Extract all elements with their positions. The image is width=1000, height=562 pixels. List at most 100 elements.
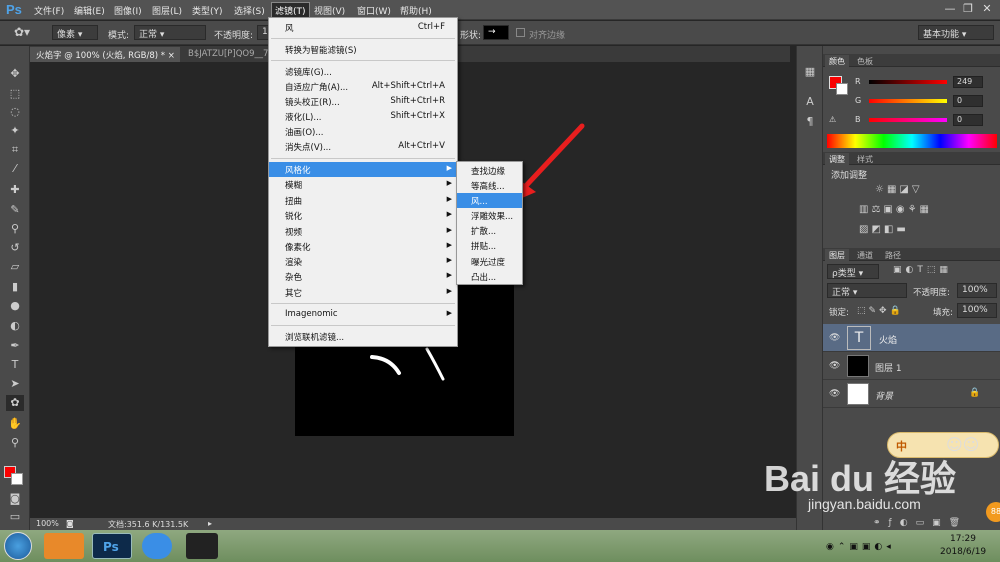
healing-brush-icon[interactable]: ✚ xyxy=(6,182,24,198)
ie-browser-icon[interactable] xyxy=(142,533,172,559)
menu-stylize[interactable]: 风格化 ▶ xyxy=(269,162,457,177)
menu-video[interactable]: 视频 ▶ xyxy=(269,224,457,239)
layer-row-layer1[interactable]: 👁 图层 1 xyxy=(823,352,1000,380)
bg-color-chip[interactable] xyxy=(836,83,848,95)
menu-file[interactable]: 文件(F) xyxy=(34,4,64,17)
b-value[interactable]: 0 xyxy=(953,114,983,126)
zoom-level[interactable]: 100% xyxy=(36,519,59,528)
submenu-extrude[interactable]: 凸出... xyxy=(457,269,522,284)
zoom-tool-icon[interactable]: ⚲ xyxy=(6,435,24,451)
adjustment-icons-row1[interactable]: ☼▦◪▽ xyxy=(875,184,923,195)
crop-tool-icon[interactable]: ⌗ xyxy=(6,142,24,158)
submenu-find-edges[interactable]: 查找边缘 xyxy=(457,163,522,178)
workspace-select[interactable]: 基本功能 ▾ xyxy=(918,25,994,40)
history-panel-icon[interactable]: ▦ xyxy=(801,64,819,80)
menu-imagenomic[interactable]: Imagenomic ▶ xyxy=(269,307,457,322)
menu-last-filter[interactable]: 风 Ctrl+F xyxy=(269,20,457,35)
menu-filter-gallery[interactable]: 滤镜库(G)... xyxy=(269,64,457,79)
menu-render[interactable]: 渲染 ▶ xyxy=(269,254,457,269)
history-brush-icon[interactable]: ↺ xyxy=(6,240,24,256)
layer-filter-icons[interactable]: ▣◐T⬚▦ xyxy=(893,265,952,275)
qq-icon[interactable] xyxy=(186,533,218,559)
layer-name[interactable]: 火焰 xyxy=(879,333,897,346)
tab-close-icon[interactable]: × xyxy=(168,51,175,61)
photoshop-taskbar-icon[interactable]: Ps xyxy=(92,533,132,559)
close-icon[interactable]: ✕ xyxy=(979,2,995,16)
submenu-wind[interactable]: 风... xyxy=(457,193,522,208)
background-color-swatch[interactable] xyxy=(11,473,23,485)
submenu-emboss[interactable]: 浮雕效果... xyxy=(457,208,522,223)
lasso-tool-icon[interactable]: ◌ xyxy=(6,104,24,120)
eye-icon[interactable]: 👁 xyxy=(829,333,840,343)
start-button-icon[interactable] xyxy=(4,532,32,560)
align-edges-checkbox[interactable] xyxy=(516,28,525,37)
menu-select[interactable]: 选择(S) xyxy=(234,4,265,17)
tab-swatches[interactable]: 色板 xyxy=(853,55,877,68)
menu-noise[interactable]: 杂色 ▶ xyxy=(269,269,457,284)
submenu-diffuse[interactable]: 扩散... xyxy=(457,223,522,238)
layer-row-background[interactable]: 👁 背景 🔒 xyxy=(823,380,1000,408)
hand-tool-icon[interactable]: ✋ xyxy=(6,416,24,432)
adjustment-icons-row2[interactable]: ▥⚖▣◉⚘▦ xyxy=(859,204,932,215)
uc-browser-icon[interactable] xyxy=(44,533,84,559)
tab-layers[interactable]: 图层 xyxy=(825,249,849,262)
tab-color[interactable]: 颜色 xyxy=(825,55,849,68)
submenu-tiles[interactable]: 拼贴... xyxy=(457,238,522,253)
menu-adaptive-wide-angle[interactable]: 自适应广角(A)... Alt+Shift+Ctrl+A xyxy=(269,79,457,94)
menu-oil-paint[interactable]: 油画(O)... xyxy=(269,124,457,139)
blend-mode-select[interactable]: 正常 ▾ xyxy=(827,283,907,298)
clock-time[interactable]: 17:29 xyxy=(950,534,976,544)
mode-select[interactable]: 正常 ▾ xyxy=(134,25,206,40)
eye-icon[interactable]: 👁 xyxy=(829,361,840,371)
shape-picker[interactable]: → xyxy=(483,25,509,40)
submenu-solarize[interactable]: 曝光过度 xyxy=(457,254,522,269)
eraser-icon[interactable]: ▱ xyxy=(6,259,24,275)
b-slider[interactable] xyxy=(869,118,947,122)
brush-tool-icon[interactable]: ✎ xyxy=(6,202,24,218)
fill-input[interactable]: 100% xyxy=(957,303,997,318)
tab-styles[interactable]: 样式 xyxy=(853,153,877,166)
move-tool-icon[interactable]: ✥ xyxy=(6,66,24,82)
g-value[interactable]: 0 xyxy=(953,95,983,107)
menu-sharpen[interactable]: 锐化 ▶ xyxy=(269,208,457,223)
r-value[interactable]: 249 xyxy=(953,76,983,88)
custom-shape-icon[interactable]: ✿ xyxy=(6,395,24,411)
tab-adjustments[interactable]: 调整 xyxy=(825,153,849,166)
menu-lens-correction[interactable]: 镜头校正(R)... Shift+Ctrl+R xyxy=(269,94,457,109)
marquee-tool-icon[interactable]: ⬚ xyxy=(6,86,24,102)
tab-active-document[interactable]: 火焰字 @ 100% (火焰, RGB/8) * × xyxy=(30,47,180,62)
layer-opacity-input[interactable]: 100% xyxy=(957,283,997,298)
menu-help[interactable]: 帮助(H) xyxy=(400,4,432,17)
clock-date[interactable]: 2018/6/19 xyxy=(940,547,986,557)
clone-stamp-icon[interactable]: ⚲ xyxy=(6,221,24,237)
menu-browse-online[interactable]: 浏览联机滤镜... xyxy=(269,329,457,344)
screen-mode-icon[interactable]: ▭ xyxy=(6,509,24,525)
pen-tool-icon[interactable]: ✒ xyxy=(6,338,24,354)
menu-other[interactable]: 其它 ▶ xyxy=(269,285,457,300)
lock-icons[interactable]: ⬚✎✥🔒 xyxy=(857,306,904,316)
blur-tool-icon[interactable]: ● xyxy=(6,298,24,314)
magic-wand-icon[interactable]: ✦ xyxy=(6,123,24,139)
path-select-icon[interactable]: ➤ xyxy=(6,376,24,392)
status-arrow-icon[interactable]: ▸ xyxy=(208,519,212,528)
menu-image[interactable]: 图像(I) xyxy=(114,4,142,17)
adjustment-icons-row3[interactable]: ▨◩◧▬ xyxy=(859,224,909,235)
menu-window[interactable]: 窗口(W) xyxy=(357,4,391,17)
menu-type[interactable]: 类型(Y) xyxy=(192,4,223,17)
menu-blur[interactable]: 模糊 ▶ xyxy=(269,177,457,192)
tab-channels[interactable]: 通道 xyxy=(853,249,877,262)
color-spectrum[interactable] xyxy=(827,134,997,148)
type-tool-icon[interactable]: T xyxy=(6,357,24,373)
restore-icon[interactable]: ❐ xyxy=(960,2,976,16)
g-slider[interactable] xyxy=(869,99,947,103)
notification-badge[interactable]: 88 xyxy=(986,502,1000,522)
menu-vanishing-point[interactable]: 消失点(V)... Alt+Ctrl+V xyxy=(269,139,457,154)
menu-pixelate[interactable]: 像素化 ▶ xyxy=(269,239,457,254)
eye-icon[interactable]: 👁 xyxy=(829,389,840,399)
tab-paths[interactable]: 路径 xyxy=(881,249,905,262)
menu-view[interactable]: 视图(V) xyxy=(314,4,345,17)
tool-preset-icon[interactable]: ✿▾ xyxy=(14,25,30,39)
layer-row-text[interactable]: 👁 T 火焰 xyxy=(823,324,1000,352)
menu-layer[interactable]: 图层(L) xyxy=(152,4,182,17)
layer-action-icons[interactable]: ⚭ƒ◐▭▣🗑 xyxy=(823,518,1000,530)
